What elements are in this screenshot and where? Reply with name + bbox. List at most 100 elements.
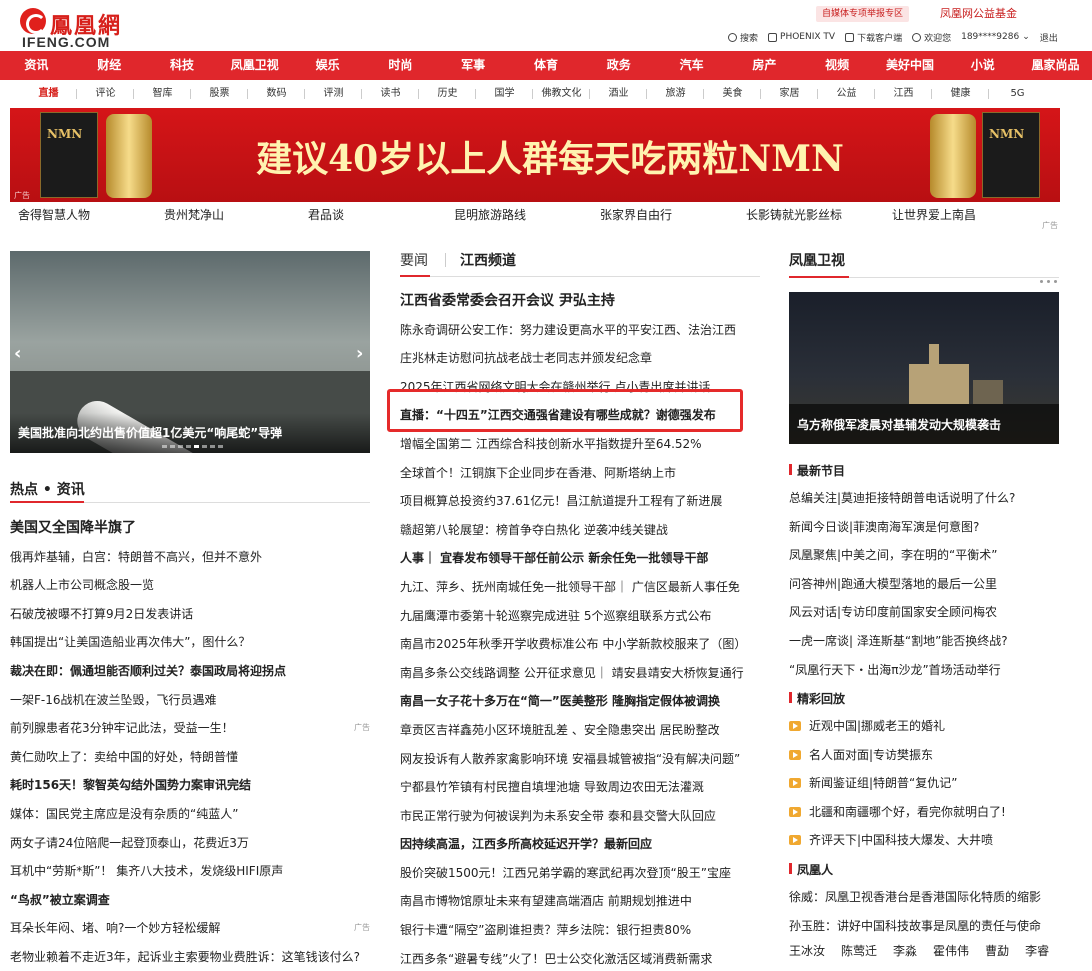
sub-nav-item[interactable]: 健康 — [932, 80, 989, 108]
main-nav-item[interactable]: 政务 — [582, 51, 655, 80]
program-item[interactable]: 孙玉胜：讲好中国科技故事是凤凰的责任与使命 — [789, 912, 1059, 941]
news-item[interactable]: 耗时156天！黎智英勾结外国势力案审讯完结 — [10, 771, 370, 800]
anchor-name-link[interactable]: 李睿 — [1025, 942, 1049, 959]
anchor-name-link[interactable]: 曹勐 — [985, 942, 1009, 959]
phoenix-tv-link[interactable]: PHOENIX TV — [768, 30, 835, 44]
news-item[interactable]: 南昌市博物馆原址未来有望建高端酒店 前期规划推进中 — [400, 887, 760, 916]
program-item[interactable]: 新闻今日谈|菲澳南海军演是何意图? — [789, 513, 1059, 542]
sponsor-link[interactable]: 张家界自由行 — [600, 206, 672, 223]
news-item[interactable]: 南昌一女子花十多万在“简一”医美整形 隆胸指定假体被调换 — [400, 687, 760, 716]
sub-nav-item[interactable]: 旅游 — [647, 80, 704, 108]
anchor-name-link[interactable]: 王冰汝 — [789, 942, 825, 959]
news-item[interactable]: 黄仁勋吹上了：卖给中国的好处，特朗普懂 — [10, 743, 370, 772]
charity-fund-link[interactable]: 凤凰网公益基金 — [940, 5, 1017, 21]
sub-nav-item[interactable]: 股票 — [191, 80, 248, 108]
program-item[interactable]: 北疆和南疆哪个好，看完你就明白了! — [789, 798, 1059, 827]
news-item[interactable]: 章贡区吉祥鑫苑小区环境脏乱差 、安全隐患突出 居民盼整改 — [400, 716, 760, 745]
sub-nav-item[interactable]: 数码 — [248, 80, 305, 108]
program-item[interactable]: 齐评天下|中国科技大爆发、大井喷 — [789, 826, 1059, 855]
program-item[interactable]: 总编关注|莫迪拒接特朗普电话说明了什么? — [789, 484, 1059, 513]
news-item[interactable]: 俄再炸基辅，白宫：特朗普不高兴，但并不意外 — [10, 543, 370, 572]
program-item[interactable]: 风云对话|专访印度前国家安全顾问梅农 — [789, 598, 1059, 627]
program-item[interactable]: 徐威：凤凰卫视香港台是香港国际化特质的缩影 — [789, 883, 1059, 912]
news-item[interactable]: 项目概算总投资约37.61亿元！昌江航道提升工程有了新进展 — [400, 487, 760, 516]
news-item[interactable]: “鸟叔”被立案调查 — [10, 886, 370, 915]
news-item[interactable]: 裁决在即：佩通坦能否顺利过关？泰国政局将迎拐点 — [10, 657, 370, 686]
news-item[interactable]: 两女子请24位陪爬一起登顶泰山，花费近3万 — [10, 829, 370, 858]
main-nav-item[interactable]: 军事 — [437, 51, 510, 80]
slider-dot[interactable] — [218, 445, 223, 448]
news-item[interactable]: 九江、萍乡、抚州南城任免一批领导干部｜ 广信区最新人事任免 — [400, 573, 760, 602]
tab-jiangxi[interactable]: 江西频道 — [460, 250, 516, 270]
video-feature[interactable]: 乌方称俄军凌晨对基辅发动大规模袭击 — [789, 292, 1059, 444]
main-nav-item[interactable]: 凤凰卫视 — [218, 51, 291, 80]
news-item[interactable]: 银行卡遭“隔空”盗刷谁担责？萍乡法院：银行担责80% — [400, 916, 760, 945]
slider-dot-active[interactable] — [194, 445, 199, 448]
news-item[interactable]: 增幅全国第二 江西综合科技创新水平指数提升至64.52% — [400, 430, 760, 459]
sponsor-link[interactable]: 让世界爱上南昌 — [892, 206, 976, 223]
news-item[interactable]: 媒体：国民党主席应是没有杂质的“纯蓝人” — [10, 800, 370, 829]
report-zone-badge[interactable]: 自媒体专项举报专区 — [816, 6, 910, 22]
program-item[interactable]: 一虎一席谈| 泽连斯基“割地”能否换终战? — [789, 627, 1059, 656]
news-item[interactable]: 市民正常行驶为何被误判为未系安全带 泰和县交警大队回应 — [400, 802, 760, 831]
sub-nav-item[interactable]: 历史 — [419, 80, 476, 108]
sponsor-link[interactable]: 君品谈 — [308, 206, 344, 223]
search-link[interactable]: 搜索 — [728, 30, 758, 44]
slider-dot[interactable] — [162, 445, 167, 448]
main-nav-item[interactable]: 美好中国 — [874, 51, 947, 80]
news-item[interactable]: 江西多条“避暑专线”火了！巴士公交化激活区域消费新需求 — [400, 945, 760, 971]
news-item[interactable]: 南昌市2025年秋季开学收费标准公布 中小学新款校服来了（图） — [400, 630, 760, 659]
site-logo[interactable]: 鳳凰網 IFENG.COM — [20, 6, 140, 50]
main-nav-item[interactable]: 体育 — [510, 51, 583, 80]
sub-nav-item[interactable]: 佛教文化 — [533, 80, 590, 108]
program-item[interactable]: “凤凰行天下・出海π沙龙”首场活动举行 — [789, 656, 1059, 685]
program-item[interactable]: 问答神州|跑通大模型落地的最后一公里 — [789, 570, 1059, 599]
headline-slider[interactable]: ‹ › 美国批准向北约出售价值超1亿美元“响尾蛇”导弹 — [10, 251, 370, 453]
slider-dot[interactable] — [202, 445, 207, 448]
slider-dot[interactable] — [186, 445, 191, 448]
tab-top-news[interactable]: 要闻 — [400, 250, 428, 270]
news-item[interactable]: 赣超第八轮展望：榜首争夺白热化 逆袭冲线关键战 — [400, 516, 760, 545]
sponsor-link[interactable]: 舍得智慧人物 — [18, 206, 90, 223]
download-client-link[interactable]: 下载客户端 — [845, 30, 902, 44]
news-item[interactable]: 人事｜ 宜春发布领导干部任前公示 新余任免一批领导干部 — [400, 544, 760, 573]
main-nav-item[interactable]: 科技 — [146, 51, 219, 80]
main-nav-item[interactable]: 资讯 — [0, 51, 73, 80]
news-item[interactable]: 韩国提出“让美国造船业再次伟大”，图什么？ — [10, 628, 370, 657]
main-nav-item[interactable]: 房产 — [728, 51, 801, 80]
slider-dot[interactable] — [210, 445, 215, 448]
slider-prev-button[interactable]: ‹ — [14, 343, 21, 364]
sponsor-link[interactable]: 长影铸就光影丝标 — [746, 206, 842, 223]
sub-nav-item[interactable]: 评测 — [305, 80, 362, 108]
main-nav-item[interactable]: 小说 — [946, 51, 1019, 80]
news-item[interactable]: 南昌多条公交线路调整 公开征求意见｜ 靖安县靖安大桥恢复通行 — [400, 659, 760, 688]
news-item[interactable]: 一架F-16战机在波兰坠毁，飞行员遇难 — [10, 686, 370, 715]
main-nav-item[interactable]: 凰家尚品 — [1019, 51, 1092, 80]
sub-nav-item[interactable]: 直播 — [20, 80, 77, 108]
main-nav-item[interactable]: 视频 — [801, 51, 874, 80]
program-item[interactable]: 近观中国|挪威老王的婚礼 — [789, 712, 1059, 741]
sub-nav-item[interactable]: 评论 — [77, 80, 134, 108]
anchor-name-link[interactable]: 李淼 — [893, 942, 917, 959]
news-item[interactable]: 老物业赖着不走近3年，起诉业主索要物业费胜诉：这笔钱该付么? — [10, 943, 370, 971]
main-nav-item[interactable]: 娱乐 — [291, 51, 364, 80]
user-account-link[interactable]: 189****9286 ⌄ — [961, 30, 1030, 44]
main-nav-item[interactable]: 财经 — [73, 51, 146, 80]
news-item[interactable]: 美国又全国降半旗了 — [10, 514, 370, 543]
anchor-name-link[interactable]: 陈莺迁 — [841, 942, 877, 959]
news-item[interactable]: 耳机中“劳斯*斯”！ 集齐八大技术，发烧级HIFI原声 — [10, 857, 370, 886]
sub-nav-item[interactable]: 公益 — [818, 80, 875, 108]
slider-dot[interactable] — [178, 445, 183, 448]
sub-nav-item[interactable]: 家居 — [761, 80, 818, 108]
sub-nav-item[interactable]: 酒业 — [590, 80, 647, 108]
program-item[interactable]: 凤凰聚焦|中美之间，李在明的“平衡术” — [789, 541, 1059, 570]
logout-link[interactable]: 退出 — [1040, 30, 1058, 44]
slider-dot[interactable] — [170, 445, 175, 448]
sponsor-link[interactable]: 昆明旅游路线 — [454, 206, 526, 223]
sub-nav-item[interactable]: 国学 — [476, 80, 533, 108]
news-item[interactable]: 全球首个！江铜旗下企业同步在香港、阿斯塔纳上市 — [400, 459, 760, 488]
sub-nav-item[interactable]: 美食 — [704, 80, 761, 108]
news-item[interactable]: 江西省委常委会召开会议 尹弘主持 — [400, 287, 760, 316]
sub-nav-item[interactable]: 江西 — [875, 80, 932, 108]
more-icon[interactable] — [1040, 280, 1057, 283]
